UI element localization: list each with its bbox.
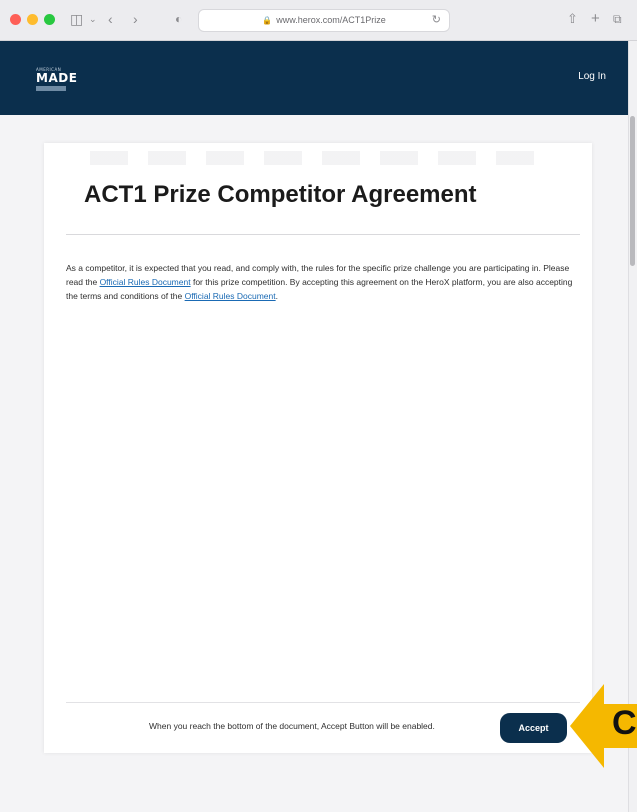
accept-button[interactable]: Accept bbox=[500, 713, 567, 743]
agreement-card: ACT1 Prize Competitor Agreement As a com… bbox=[44, 143, 592, 753]
faded-background-text bbox=[90, 151, 550, 165]
browser-window: ◫ ⌄ ‹ › ◐ 🔒 www.herox.com/ACT1Prize ↻ ⇧ +… bbox=[0, 0, 637, 812]
scrollbar-thumb[interactable] bbox=[630, 116, 635, 266]
forward-icon[interactable]: › bbox=[133, 9, 138, 29]
accept-instruction: When you reach the bottom of the documen… bbox=[149, 721, 435, 731]
official-rules-link-2[interactable]: Official Rules Document bbox=[185, 291, 276, 301]
sidebar-icon[interactable]: ◫ bbox=[70, 9, 83, 29]
logo-big-text: MADE bbox=[36, 71, 78, 85]
maximize-window-button[interactable] bbox=[44, 14, 55, 25]
browser-toolbar: ◫ ⌄ ‹ › ◐ 🔒 www.herox.com/ACT1Prize ↻ ⇧ +… bbox=[0, 0, 637, 41]
privacy-shield-icon[interactable]: ◐ bbox=[175, 9, 182, 29]
share-icon[interactable]: ⇧ bbox=[567, 9, 578, 29]
address-bar[interactable]: 🔒 www.herox.com/ACT1Prize ↻ bbox=[198, 9, 450, 32]
divider-bottom bbox=[66, 702, 580, 703]
page-title: ACT1 Prize Competitor Agreement bbox=[84, 181, 477, 208]
reload-icon[interactable]: ↻ bbox=[432, 10, 441, 31]
agreement-text-part3: . bbox=[275, 291, 279, 301]
url-text: www.herox.com/ACT1Prize bbox=[276, 15, 386, 25]
chevron-down-icon[interactable]: ⌄ bbox=[89, 9, 97, 29]
new-tab-icon[interactable]: + bbox=[591, 9, 600, 29]
site-header: AMERICAN MADE Log In bbox=[0, 41, 628, 115]
divider bbox=[66, 234, 580, 235]
callout-letter: C bbox=[612, 704, 637, 742]
minimize-window-button[interactable] bbox=[27, 14, 38, 25]
back-icon[interactable]: ‹ bbox=[108, 9, 113, 29]
tabs-overview-icon[interactable]: ⧉ bbox=[613, 9, 622, 29]
lock-icon: 🔒 bbox=[262, 16, 273, 25]
login-link[interactable]: Log In bbox=[578, 71, 606, 82]
page-body: ACT1 Prize Competitor Agreement As a com… bbox=[0, 115, 628, 812]
close-window-button[interactable] bbox=[10, 14, 21, 25]
official-rules-link[interactable]: Official Rules Document bbox=[100, 277, 191, 287]
logo-tag bbox=[36, 86, 66, 91]
agreement-text: As a competitor, it is expected that you… bbox=[66, 261, 576, 303]
american-made-logo[interactable]: AMERICAN MADE bbox=[36, 67, 78, 91]
